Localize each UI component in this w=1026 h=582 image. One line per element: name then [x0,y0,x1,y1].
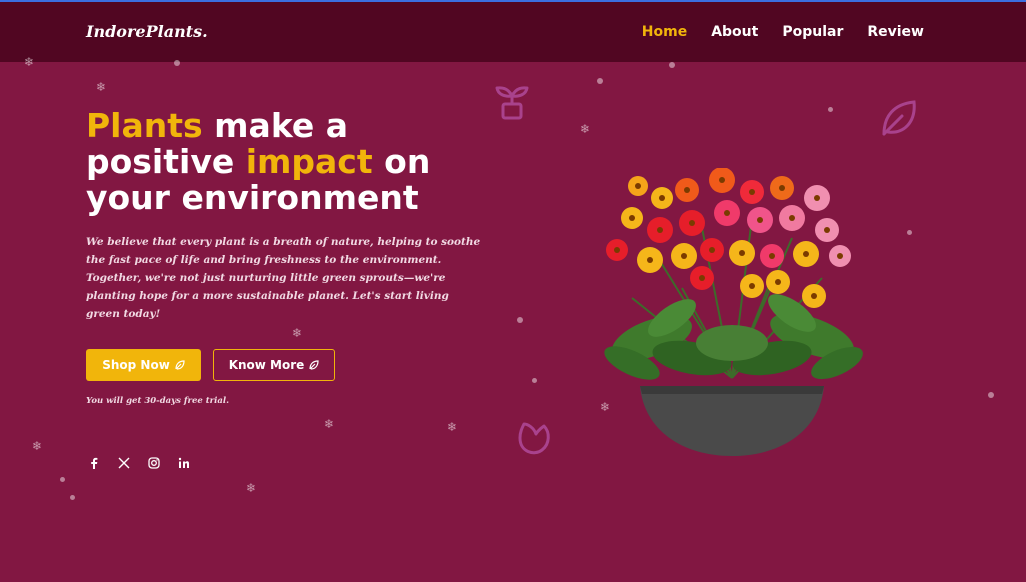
brand-logo[interactable]: IndorePlants. [86,22,208,41]
know-more-button[interactable]: Know More [213,349,335,381]
nav-link-review[interactable]: Review [867,24,924,40]
potted-flowers-image [604,168,863,456]
nav-link-about[interactable]: About [711,24,758,40]
dot [907,230,912,235]
x-icon[interactable] [116,455,132,471]
leaf-outline-icon [882,100,916,136]
linkedin-icon[interactable] [176,455,192,471]
snowflake-icon: ❄ [447,420,458,434]
trial-note: You will get 30-days free trial. [86,396,230,406]
know-more-label: Know More [228,358,305,372]
dot [669,62,675,68]
leaf-icon [175,360,185,370]
shop-now-button[interactable]: Shop Now [86,349,201,381]
dot [828,107,833,112]
headline-accent-plants: Plants [86,106,203,145]
tulip-outline-icon [518,422,550,455]
hero-headline: Plants make a positive impact on your en… [86,108,506,216]
dot [597,78,603,84]
snowflake-icon: ❄ [292,326,303,340]
facebook-icon[interactable] [86,455,102,471]
leaf-icon [309,360,319,370]
instagram-icon[interactable] [146,455,162,471]
shop-now-label: Shop Now [102,358,170,372]
snowflake-icon: ❄ [580,122,591,136]
navbar: IndorePlants. Home About Popular Review [0,2,1026,62]
nav-link-popular[interactable]: Popular [782,24,843,40]
dot [532,378,537,383]
dot [174,60,180,66]
hero-description: We believe that every plant is a breath … [86,236,481,320]
snowflake-icon: ❄ [96,80,107,94]
dot [60,477,65,482]
snowflake-icon: ❄ [246,481,257,495]
snowflake-icon: ❄ [32,439,43,453]
dot [70,495,75,500]
flowers [606,168,851,308]
social-links [86,455,192,471]
headline-accent-impact: impact [245,142,373,181]
dot [988,392,994,398]
pot [640,386,824,456]
snowflake-icon: ❄ [324,417,335,431]
dot [517,317,523,323]
nav-links: Home About Popular Review [642,24,924,40]
snowflake-icon: ❄ [24,55,35,69]
nav-link-home[interactable]: Home [642,24,687,40]
